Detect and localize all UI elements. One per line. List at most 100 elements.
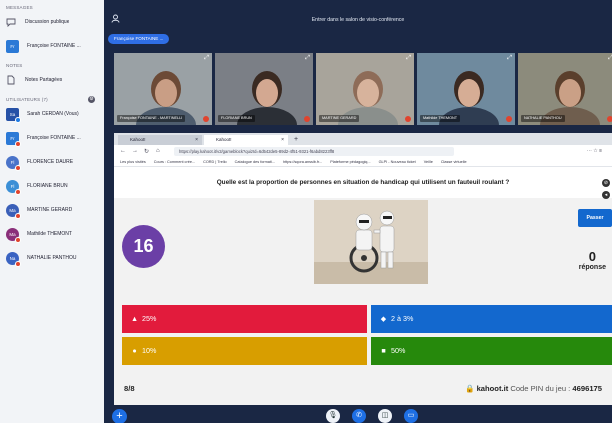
mic-muted-icon [607, 116, 612, 122]
notes-section-title: NOTES [6, 63, 23, 68]
status-dot [15, 188, 21, 195]
avatar: Fl [6, 179, 21, 195]
url-bar[interactable]: https://play.kahoot.it/v2/gameblock?quiz… [174, 146, 454, 156]
bookmark-item[interactable]: Catalogue des formati... [235, 160, 275, 164]
status-dot [15, 212, 21, 219]
mic-muted-icon [203, 116, 209, 122]
answer-option-yellow[interactable]: ● 10% [122, 337, 367, 365]
sidebar-item-shared-notes[interactable]: Notes Partagées [0, 68, 104, 92]
pin-label: Code PIN du jeu : [510, 384, 571, 393]
answer-option-green[interactable]: ■ 50% [371, 337, 612, 365]
status-dot [15, 236, 21, 243]
bookmark-item[interactable]: Les plus visités [120, 160, 146, 164]
main-area: Entrer dans le salon de visio-conférence… [104, 0, 612, 423]
avatar: Fr [6, 39, 19, 53]
answers-count-label: réponse [578, 264, 606, 271]
video-tile[interactable]: ⤢ Mathilde THEMONT [417, 53, 515, 125]
top-bar: Entrer dans le salon de visio-conférence [104, 0, 612, 30]
participant-name: FLORIANE BRUN [218, 115, 255, 122]
video-tile[interactable]: ⤢ NATHALIE PANTHOU [518, 53, 612, 125]
phone-icon[interactable]: ✆ [352, 409, 366, 423]
side-controls: ⊘ ◂ [602, 179, 610, 203]
video-strip: ⤢ Françoise FONTAINE - MARTINELLI ⤢ FLORIAN… [114, 53, 612, 125]
bookmark-item[interactable]: Cours : Comment crée... [154, 160, 195, 164]
home-icon[interactable]: ⌂ [156, 148, 168, 154]
bookmark-item[interactable]: https://sqora.anssib.fr... [283, 160, 322, 164]
bookmark-item[interactable]: Veille [424, 160, 433, 164]
answers-counter: 0 réponse [579, 249, 606, 271]
shared-browser-window: Kahoot! × Kahoot! × + ← → ↻ ⌂ https://play… [114, 133, 612, 405]
status-dot [15, 116, 21, 123]
lock-icon: 🔒 [464, 384, 475, 393]
forward-icon[interactable]: → [132, 148, 144, 154]
expand-icon[interactable]: ⤢ [608, 55, 612, 62]
document-icon [6, 75, 16, 85]
sidebar-item-private-chat[interactable]: Fr Françoise FONTAINE ... [0, 34, 104, 58]
screen-share-icon[interactable]: ▭ [404, 409, 418, 423]
user-list-item[interactable]: Sa Sarah CERDAN (Vous) [0, 102, 104, 126]
close-tab-icon[interactable]: × [195, 135, 198, 145]
user-list-item[interactable]: Fr Françoise FONTAINE ... [0, 126, 104, 150]
visio-app: MESSAGES Discussion publique Fr François… [0, 0, 612, 423]
presenter-chip-label: Françoise FONTAINE ... [114, 36, 164, 41]
expand-icon[interactable]: ⤢ [406, 55, 411, 62]
bookmark-item[interactable]: Plateforme pédagogiq... [330, 160, 370, 164]
status-dot [15, 260, 21, 267]
camera-off-icon[interactable]: ◫ [378, 409, 392, 423]
participant-name: NATHALIE PANTHOU [521, 115, 565, 122]
user-list-item[interactable]: Ma MARTINE GERARD [0, 198, 104, 222]
avatar: Fr [6, 131, 21, 147]
user-name: FLORIANE BRUN [27, 183, 68, 189]
expand-icon[interactable]: ⤢ [507, 55, 512, 62]
bookmark-item[interactable]: GLPI - Nouveau ticket [379, 160, 416, 164]
add-action-button[interactable]: + [112, 409, 127, 423]
answer-option-red[interactable]: ▲ 25% [122, 305, 367, 333]
participant-name: MARTINE GERARD [319, 115, 360, 122]
square-icon: ■ [381, 346, 386, 355]
bookmark-item[interactable]: CORD | Trello [203, 160, 227, 164]
browser-tab-bar: Kahoot! × Kahoot! × + [114, 133, 612, 145]
browser-tab-active[interactable]: Kahoot! × [204, 135, 288, 145]
fullscreen-icon[interactable]: ◂ [602, 191, 610, 199]
question-text: Quelle est la proportion de personnes en… [114, 167, 612, 198]
user-list-item[interactable]: Na NATHALIE PANTHOU [0, 246, 104, 270]
mic-muted-icon [405, 116, 411, 122]
sidebar-item-public-chat[interactable]: Discussion publique [0, 10, 104, 34]
user-list-item[interactable]: Ma Mathilde THEMONT [0, 222, 104, 246]
browser-tab[interactable]: Kahoot! × [118, 135, 202, 145]
countdown-timer: 16 [122, 225, 165, 268]
settings-icon[interactable]: ⚙ [88, 96, 95, 103]
circle-icon: ● [132, 346, 137, 355]
video-tile[interactable]: ⤢ MARTINE GERARD [316, 53, 414, 125]
back-icon[interactable]: ← [120, 148, 132, 154]
reload-icon[interactable]: ↻ [144, 148, 156, 155]
browser-menu-icon[interactable]: ⋯ ☆ ≡ [587, 148, 602, 154]
bookmark-item[interactable]: Classe virtuelle [441, 160, 467, 164]
chat-bubble-icon [6, 17, 16, 28]
answer-option-blue[interactable]: ◆ 2 à 3% [371, 305, 612, 333]
mic-muted-icon [506, 116, 512, 122]
presenter-chip[interactable]: Françoise FONTAINE ... [108, 34, 170, 44]
video-tile[interactable]: ⤢ Françoise FONTAINE - MARTINELLI [114, 53, 212, 125]
participant-name: Françoise FONTAINE - MARTINELLI [117, 115, 186, 122]
close-tab-icon[interactable]: × [281, 135, 284, 145]
user-name: FLORENCE DAURE [27, 159, 74, 165]
mute-sound-icon[interactable]: ⊘ [602, 179, 610, 187]
sidebar: MESSAGES Discussion publique Fr François… [0, 0, 104, 423]
video-tile[interactable]: ⤢ FLORIANE BRUN [215, 53, 313, 125]
question-counter: 8/8 [124, 384, 135, 393]
pin-code: 4696175 [572, 384, 602, 393]
call-controls: + 🎙 ✆ ◫ ▭ [104, 405, 612, 423]
new-tab-icon[interactable]: + [290, 134, 298, 145]
user-list-item[interactable]: Fl FLORIANE BRUN [0, 174, 104, 198]
user-name: NATHALIE PANTHOU [27, 255, 77, 261]
question-image [314, 200, 428, 284]
status-dot [15, 140, 21, 147]
expand-icon[interactable]: ⤢ [204, 55, 209, 62]
expand-icon[interactable]: ⤢ [305, 55, 310, 62]
participant-name: Mathilde THEMONT [420, 115, 461, 122]
users-list: Sa Sarah CERDAN (Vous) Fr Françoise FONTAIN… [0, 102, 104, 270]
mic-muted-icon[interactable]: 🎙 [326, 409, 340, 423]
user-list-item[interactable]: Fl FLORENCE DAURE [0, 150, 104, 174]
skip-button[interactable]: Passer [578, 209, 612, 227]
